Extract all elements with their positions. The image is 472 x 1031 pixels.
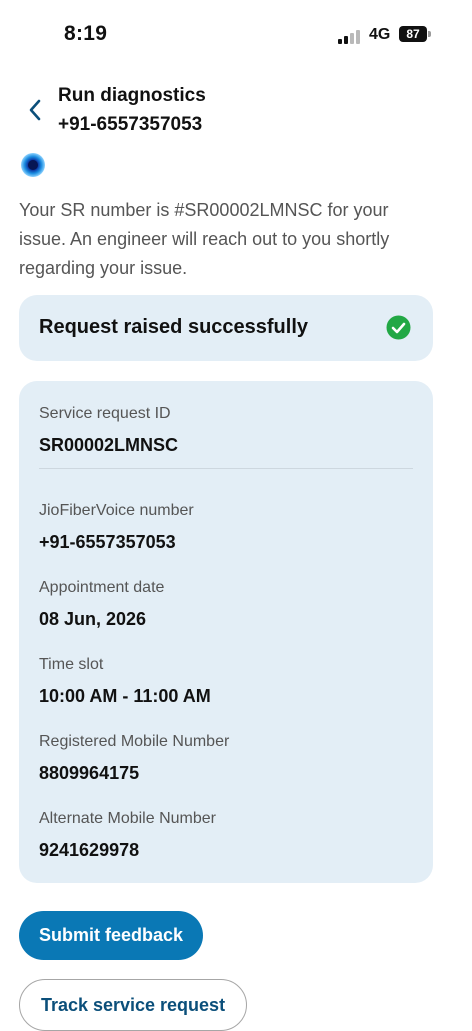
page-subtitle-number: +91-6557357053 — [58, 114, 203, 135]
field-voice-number: JioFiberVoice number +91-6557357053 — [39, 501, 194, 553]
track-service-request-button[interactable]: Track service request — [19, 979, 247, 1031]
field-value: SR00002LMNSC — [39, 435, 179, 455]
field-label: JioFiberVoice number — [39, 502, 194, 519]
divider — [39, 468, 413, 469]
field-label: Alternate Mobile Number — [39, 810, 216, 827]
field-value: +91-6557357053 — [39, 532, 176, 552]
back-chevron-icon[interactable] — [24, 96, 48, 124]
field-appointment-date: Appointment date 08 Jun, 2026 — [39, 578, 164, 630]
field-time-slot: Time slot 10:00 AM - 11:00 AM — [39, 655, 211, 707]
submit-feedback-button[interactable]: Submit feedback — [19, 911, 203, 960]
page-title: Run diagnostics — [58, 85, 206, 106]
sr-confirmation-message: Your SR number is #SR00002LMNSC for your… — [19, 200, 390, 278]
check-circle-icon — [386, 315, 411, 340]
field-service-request-id: Service request ID SR00002LMNSC — [39, 404, 178, 456]
battery-tip — [428, 31, 431, 37]
field-label: Appointment date — [39, 579, 165, 596]
field-label: Registered Mobile Number — [39, 733, 230, 750]
field-label: Time slot — [39, 656, 104, 673]
network-type: 4G — [369, 26, 391, 43]
status-bar: 8:19 4G 87 — [0, 0, 472, 70]
battery-icon: 87 — [399, 26, 427, 42]
field-alternate-mobile: Alternate Mobile Number 9241629978 — [39, 809, 216, 861]
status-time: 8:19 — [64, 22, 108, 45]
service-request-details-card: Service request ID SR00002LMNSC JioFiber… — [19, 381, 433, 883]
field-label: Service request ID — [39, 405, 171, 422]
field-value: 08 Jun, 2026 — [39, 609, 147, 629]
success-text: Request raised successfully — [39, 316, 309, 338]
field-value: 10:00 AM - 11:00 AM — [39, 686, 211, 706]
success-banner: Request raised successfully — [19, 295, 433, 361]
field-registered-mobile: Registered Mobile Number 8809964175 — [39, 732, 229, 784]
signal-icon — [338, 30, 362, 44]
field-value: 9241629978 — [39, 840, 140, 860]
field-value: 8809964175 — [39, 763, 140, 783]
assistant-orb-icon — [21, 153, 45, 177]
